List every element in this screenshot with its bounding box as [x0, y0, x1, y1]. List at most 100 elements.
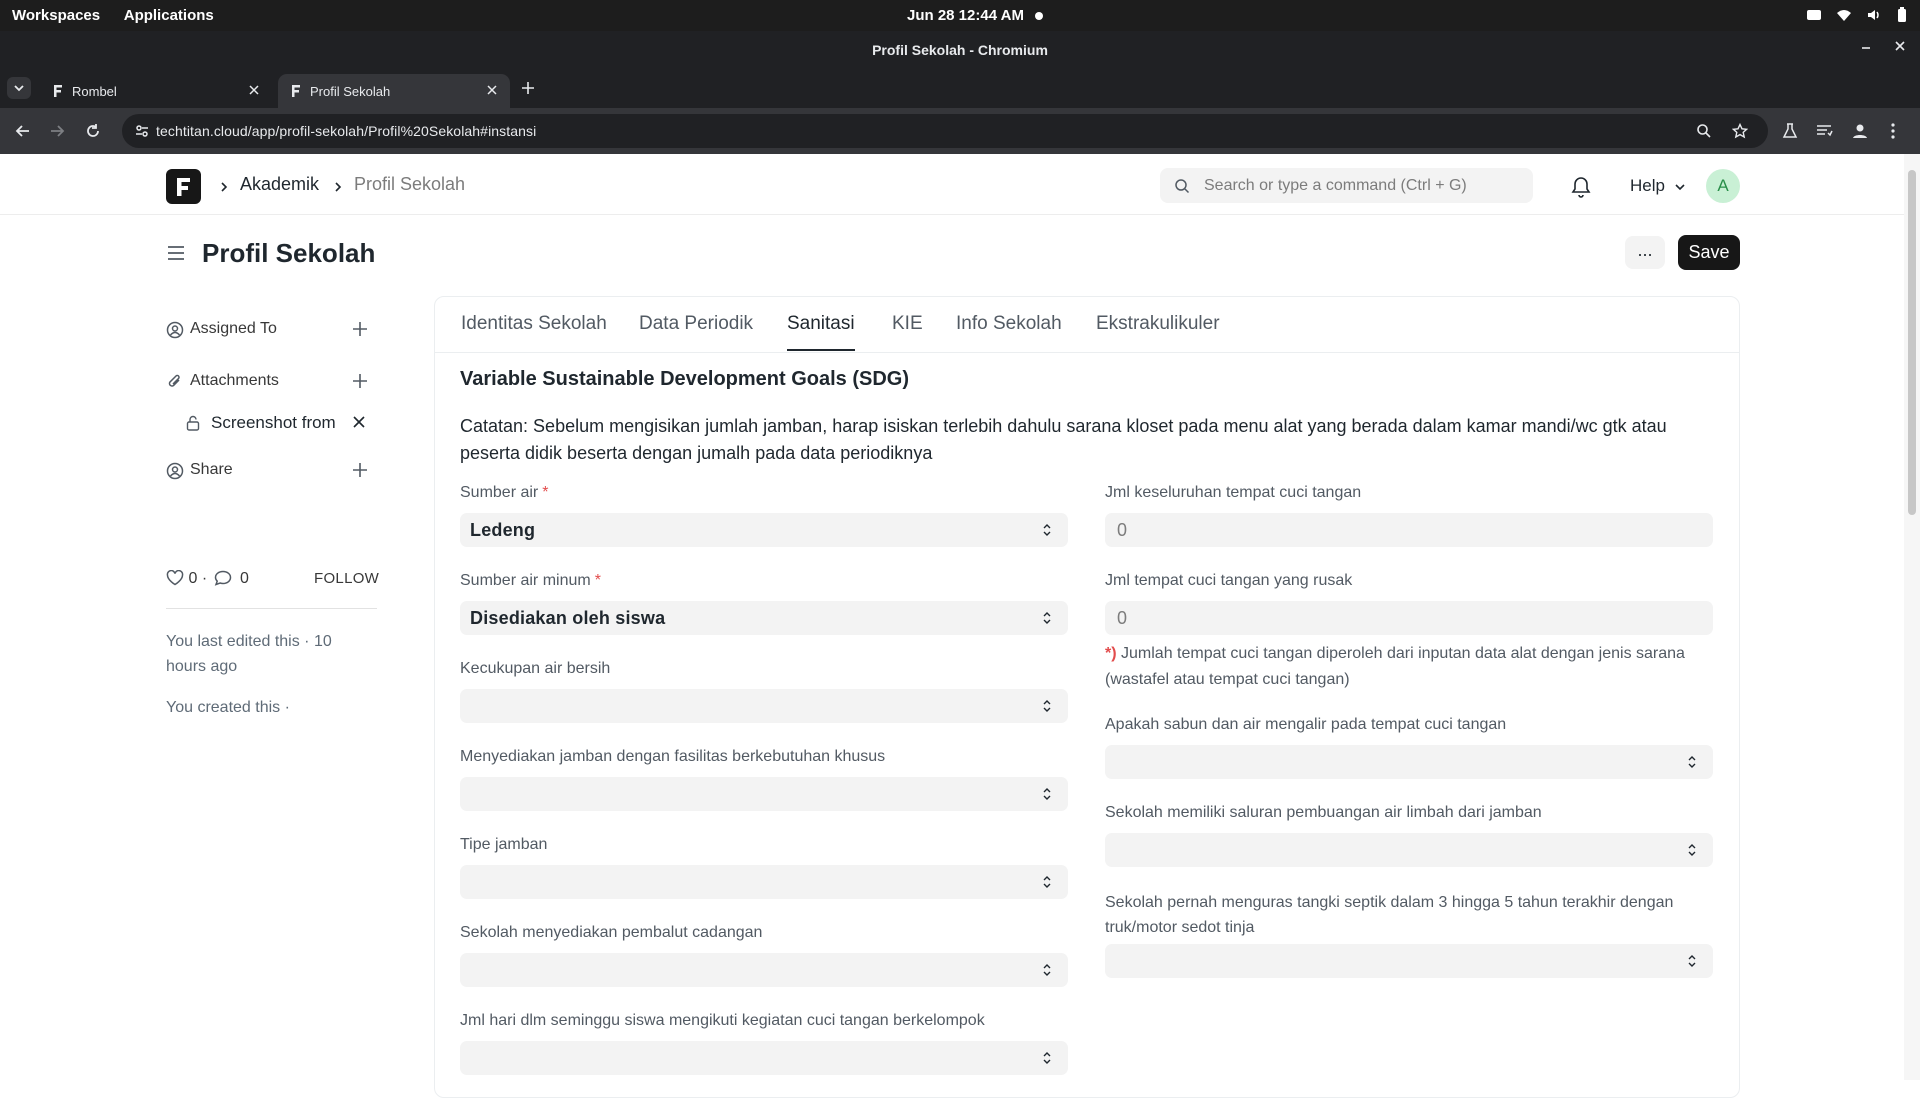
site-info-icon[interactable] — [134, 123, 150, 139]
tab-label: Rombel — [72, 84, 117, 99]
search-input[interactable]: Search or type a command (Ctrl + G) — [1160, 168, 1533, 203]
browser-tab-rombel[interactable]: Rombel — [40, 74, 272, 108]
sumber-air-minum-select[interactable]: Disediakan oleh siswa — [460, 601, 1068, 635]
browser-tab-profil-sekolah[interactable]: Profil Sekolah — [278, 74, 510, 108]
sabun-air-mengalir-select[interactable] — [1105, 745, 1713, 779]
tab-search-button[interactable] — [7, 77, 31, 99]
browser-tab-strip: Rombel Profil Sekolah — [0, 68, 1920, 108]
breadcrumb-chevron-icon — [221, 182, 228, 192]
separator-dot: · — [201, 570, 208, 587]
help-dropdown[interactable]: Help — [1630, 176, 1686, 196]
workspaces-menu[interactable]: Workspaces — [12, 7, 100, 24]
url-text[interactable]: techtitan.cloud/app/profil-sekolah/Profi… — [156, 123, 536, 139]
tipe-jamban-select[interactable] — [460, 865, 1068, 899]
attachments-label: Attachments — [190, 372, 279, 389]
app-logo[interactable] — [166, 169, 201, 204]
saluran-pembuangan-select[interactable] — [1105, 833, 1713, 867]
lock-icon — [186, 415, 200, 431]
address-bar[interactable]: techtitan.cloud/app/profil-sekolah/Profi… — [122, 114, 1768, 148]
heart-icon[interactable] — [166, 570, 184, 586]
tangki-septik-select[interactable] — [1105, 944, 1713, 978]
follow-button[interactable]: FOLLOW — [314, 570, 379, 587]
reading-list-icon[interactable] — [1815, 122, 1833, 140]
field-label-tipe-jamban: Tipe jamban — [460, 836, 548, 853]
battery-icon[interactable] — [1896, 7, 1908, 23]
field-hint: *) Jumlah tempat cuci tangan diperoleh d… — [1105, 641, 1695, 693]
profile-icon[interactable] — [1851, 122, 1869, 140]
jml-tempat-cuci-tangan-input[interactable]: 0 — [1105, 513, 1713, 547]
add-attachment-icon[interactable] — [352, 373, 368, 389]
screen-icon[interactable] — [1806, 7, 1822, 23]
field-label-kecukupan-air-bersih: Kecukupan air bersih — [460, 660, 611, 677]
volume-icon[interactable] — [1866, 7, 1882, 23]
comment-icon[interactable] — [214, 570, 232, 586]
applications-menu[interactable]: Applications — [124, 7, 214, 24]
kecukupan-air-bersih-select[interactable] — [460, 689, 1068, 723]
section-title: Variable Sustainable Development Goals (… — [460, 368, 910, 390]
reload-icon[interactable] — [84, 122, 102, 140]
more-actions-button[interactable]: ... — [1625, 236, 1665, 269]
close-tab-icon[interactable] — [248, 84, 260, 96]
menu-kebab-icon[interactable] — [1889, 122, 1897, 140]
jml-cuci-tangan-rusak-input[interactable]: 0 — [1105, 601, 1713, 635]
minimize-icon[interactable] — [1860, 40, 1872, 52]
frappe-favicon-icon — [54, 85, 62, 97]
forward-icon[interactable] — [48, 122, 66, 140]
labs-flask-icon[interactable] — [1781, 122, 1799, 140]
attachment-filename[interactable]: Screenshot from — [211, 413, 336, 433]
pembalut-cadangan-select[interactable] — [460, 953, 1068, 987]
frappe-favicon-icon — [292, 85, 300, 97]
tab-identitas-sekolah[interactable]: Identitas Sekolah — [461, 313, 607, 335]
input-value: 0 — [1117, 520, 1128, 540]
system-tray[interactable] — [1806, 7, 1908, 23]
wifi-icon[interactable] — [1836, 7, 1852, 23]
tab-sanitasi[interactable]: Sanitasi — [787, 313, 855, 351]
field-label-tangki-septik: Sekolah pernah menguras tangki septik da… — [1105, 894, 1674, 936]
notification-bell-icon[interactable] — [1571, 176, 1591, 198]
breadcrumb-chevron-icon — [335, 182, 342, 192]
add-assignee-icon[interactable] — [352, 321, 368, 337]
avatar[interactable]: A — [1706, 169, 1740, 203]
window-title: Profil Sekolah - Chromium — [872, 42, 1048, 58]
breadcrumb-profil-sekolah[interactable]: Profil Sekolah — [354, 174, 465, 195]
field-label-sabun-air-mengalir: Apakah sabun dan air mengalir pada tempa… — [1105, 716, 1507, 733]
add-share-icon[interactable] — [352, 462, 368, 478]
os-top-bar: Workspaces Applications Jun 28 12:44 AM — [0, 0, 1920, 31]
page-title: Profil Sekolah — [202, 238, 376, 268]
clock[interactable]: Jun 28 12:44 AM — [907, 7, 1024, 24]
search-placeholder: Search or type a command (Ctrl + G) — [1204, 177, 1467, 194]
close-window-icon[interactable] — [1894, 40, 1906, 52]
sidebar-toggle-icon[interactable] — [166, 243, 186, 263]
note-text: Catatan: Sebelum mengisikan jumlah jamba… — [460, 416, 1667, 463]
back-icon[interactable] — [14, 122, 32, 140]
tab-info-sekolah[interactable]: Info Sekolah — [956, 313, 1062, 335]
chevron-down-icon — [14, 85, 24, 92]
browser-toolbar: techtitan.cloud/app/profil-sekolah/Profi… — [0, 108, 1920, 154]
breadcrumb-akademik[interactable]: Akademik — [240, 174, 319, 195]
hint-text: Jumlah tempat cuci tangan diperoleh dari… — [1105, 645, 1685, 688]
cuci-tangan-berkelompok-select[interactable] — [460, 1041, 1068, 1075]
jamban-khusus-select[interactable] — [460, 777, 1068, 811]
new-tab-icon[interactable] — [520, 80, 536, 96]
sumber-air-select[interactable]: Ledeng — [460, 513, 1068, 547]
select-value: Ledeng — [470, 520, 536, 540]
tab-data-periodik[interactable]: Data Periodik — [639, 313, 753, 335]
tab-ekstrakulikuler[interactable]: Ekstrakulikuler — [1096, 313, 1220, 335]
page-scrollbar-thumb[interactable] — [1908, 170, 1916, 515]
form-tabs: Identitas Sekolah Data Periodik Sanitasi… — [435, 297, 1739, 353]
bookmark-star-icon[interactable] — [1732, 123, 1748, 139]
zoom-icon[interactable] — [1696, 123, 1712, 139]
select-arrows-icon — [1043, 876, 1051, 888]
select-arrows-icon — [1688, 955, 1696, 967]
select-arrows-icon — [1043, 1052, 1051, 1064]
tab-kie[interactable]: KIE — [892, 313, 923, 335]
select-arrows-icon — [1043, 524, 1051, 536]
notification-dot — [1035, 12, 1043, 20]
save-button[interactable]: Save — [1678, 235, 1740, 270]
comment-count: 0 — [240, 570, 249, 587]
close-tab-icon[interactable] — [486, 84, 498, 96]
divider — [166, 608, 377, 609]
select-arrows-icon — [1688, 844, 1696, 856]
remove-attachment-icon[interactable] — [352, 415, 366, 429]
field-label-jamban-khusus: Menyediakan jamban dengan fasilitas berk… — [460, 748, 886, 765]
